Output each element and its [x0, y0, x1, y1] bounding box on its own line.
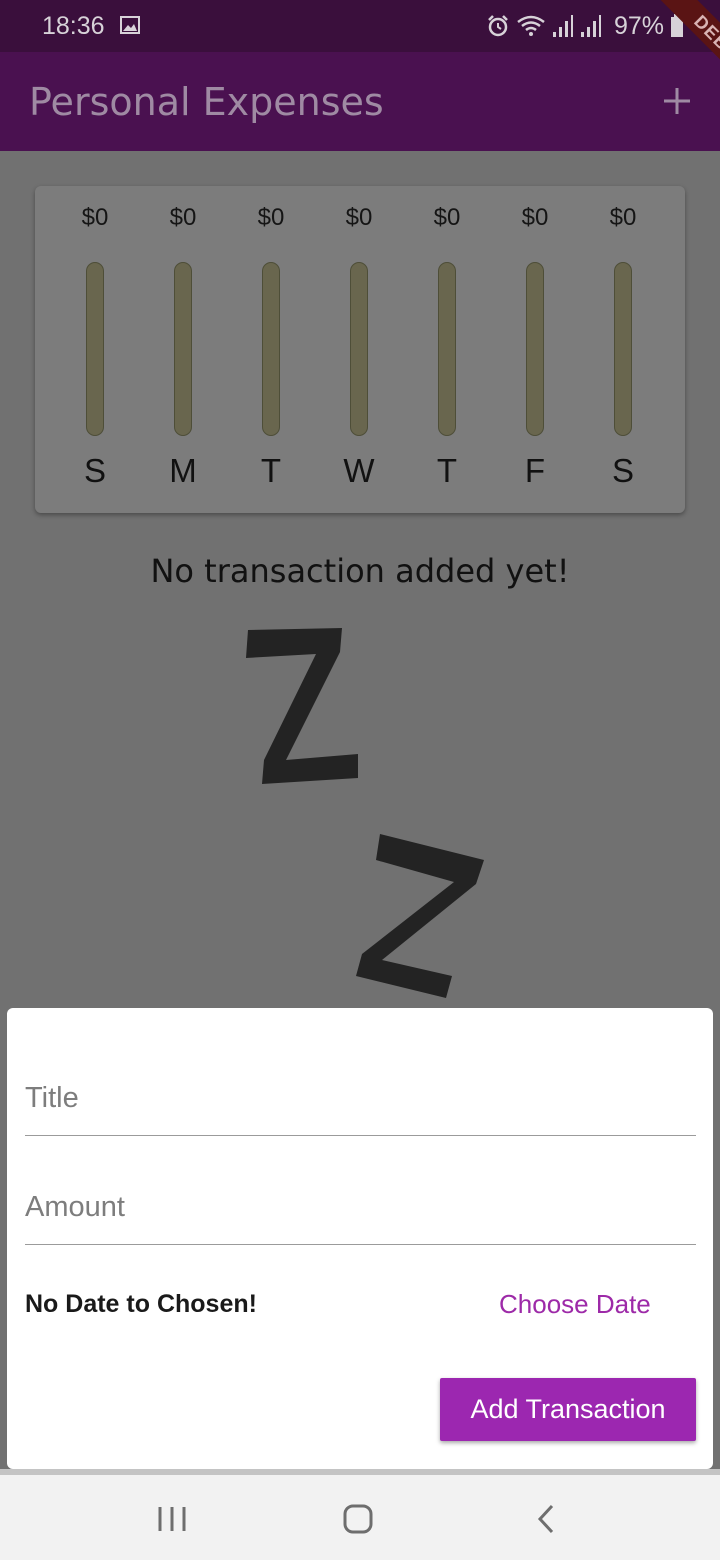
amount-input[interactable] — [25, 1191, 696, 1224]
chart-bar-day: T — [436, 452, 458, 489]
alarm-icon — [488, 15, 508, 37]
chart-bar-amount: $0 — [257, 204, 285, 231]
amount-field — [25, 1164, 696, 1245]
app-bar: Personal Expenses — [0, 52, 720, 151]
new-transaction-sheet: No Date to Chosen! Choose Date Add Trans… — [7, 1008, 713, 1469]
home-icon[interactable] — [338, 1503, 378, 1535]
chart-bar-day: S — [83, 452, 106, 489]
signal-icon — [580, 15, 601, 37]
empty-state-message: No transaction added yet! — [150, 552, 570, 590]
page-title: Personal Expenses — [29, 80, 384, 124]
add-transaction-button[interactable]: Add Transaction — [440, 1378, 696, 1441]
battery-percent: 97% — [613, 11, 664, 40]
status-time: 18:36 — [42, 12, 105, 40]
signal-icon — [552, 15, 573, 37]
chart-bar-amount: $0 — [433, 204, 461, 231]
status-icons: 97% — [486, 12, 684, 40]
chart-bar-day: W — [343, 452, 375, 489]
chosen-date-text: No Date to Chosen! — [25, 1290, 257, 1318]
chart-bar-day: F — [524, 452, 546, 489]
chart-bar-track — [438, 262, 456, 436]
status-bar: 18:36 97% — [0, 0, 720, 52]
sleeping-zz-icon — [246, 628, 484, 998]
weekly-chart: $0 S $0 M $0 T $0 W $0 T $0 F $0 S — [35, 186, 685, 513]
chart-bar-track — [86, 262, 104, 436]
chart-bar-track — [262, 262, 280, 436]
chart-bar-day: T — [260, 452, 282, 489]
chart-bar-track — [350, 262, 368, 436]
system-nav-bar — [0, 1475, 720, 1560]
gallery-icon — [120, 16, 140, 34]
choose-date-button[interactable]: Choose Date — [499, 1286, 651, 1322]
chart-bar-amount: $0 — [81, 204, 109, 231]
chart-bar-track — [174, 262, 192, 436]
title-input[interactable] — [25, 1082, 696, 1115]
wifi-icon — [517, 15, 545, 36]
chart-bar-amount: $0 — [609, 204, 637, 231]
chart-bar-day: M — [169, 452, 197, 489]
back-icon[interactable] — [526, 1503, 566, 1535]
title-field — [25, 1055, 696, 1136]
chart-bar-amount: $0 — [345, 204, 373, 231]
recent-apps-icon[interactable] — [152, 1503, 192, 1535]
chart-bar-track — [526, 262, 544, 436]
chart-bar-amount: $0 — [169, 204, 197, 231]
chart-bar-day: S — [611, 452, 634, 489]
add-icon[interactable] — [662, 86, 692, 116]
chart-bar-amount: $0 — [521, 204, 549, 231]
chart-bar-track — [614, 262, 632, 436]
